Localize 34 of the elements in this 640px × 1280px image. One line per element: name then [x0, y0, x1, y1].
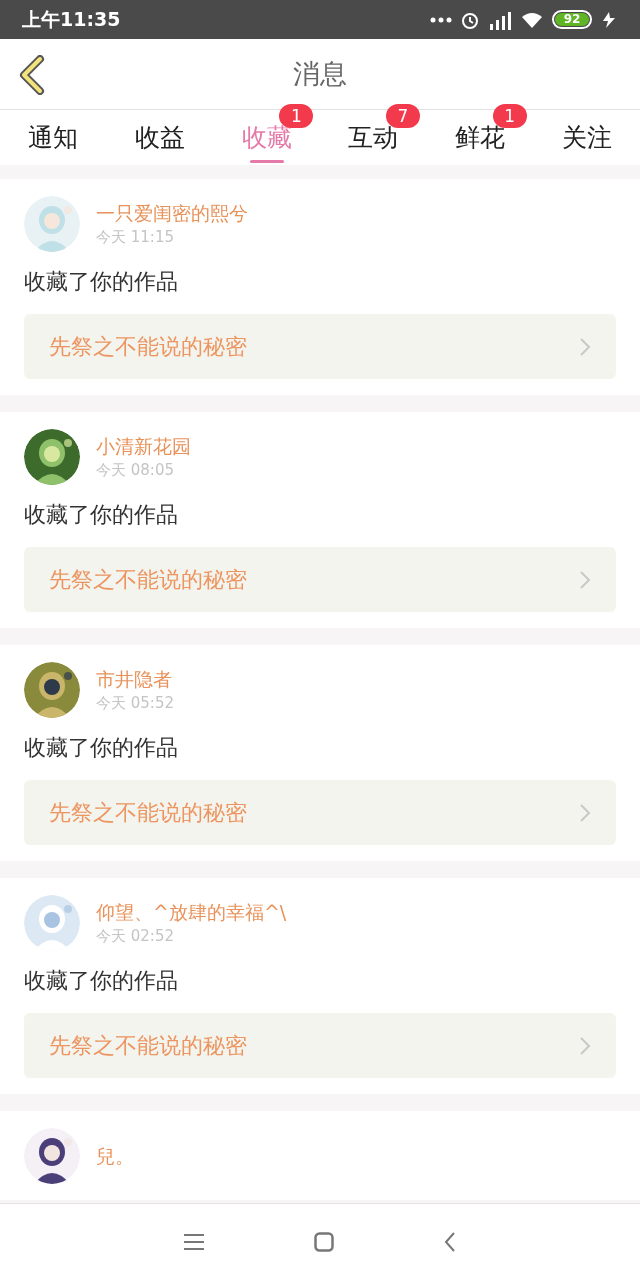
page-title: 消息: [293, 56, 347, 91]
work-link[interactable]: 先祭之不能说的秘密: [24, 1013, 616, 1078]
status-time: 上午11:35: [22, 7, 121, 33]
message-text: 收藏了你的作品: [23, 268, 179, 296]
charging-icon: [600, 10, 618, 29]
work-link[interactable]: 先祭之不能说的秘密: [24, 547, 616, 612]
tab[interactable]: 通知: [0, 110, 107, 165]
user-name[interactable]: 市井隐者: [96, 666, 174, 692]
message-time: 今天 05:52: [96, 693, 174, 714]
home-icon[interactable]: [314, 1232, 334, 1252]
tab[interactable]: 关注: [533, 110, 640, 165]
work-link[interactable]: 先祭之不能说的秘密: [24, 314, 616, 379]
message-time: 今天 02:52: [96, 926, 175, 947]
menu-icon[interactable]: [184, 1234, 204, 1250]
chevron-right-icon: [579, 336, 591, 357]
message-text: 收藏了你的作品: [23, 734, 179, 762]
user-name[interactable]: 一只爱闺密的熙兮: [96, 200, 248, 226]
message-text: 收藏了你的作品: [23, 967, 179, 995]
work-link[interactable]: 先祭之不能说的秘密: [24, 780, 616, 845]
signal-icon: [488, 9, 512, 30]
wifi-icon: [520, 10, 544, 29]
back-icon[interactable]: [444, 1232, 456, 1252]
message-time: 今天 08:05: [96, 460, 175, 481]
chevron-right-icon: [579, 1035, 591, 1056]
user-name[interactable]: 仰望、^放肆的幸福^\: [96, 899, 287, 925]
chevron-right-icon: [579, 569, 591, 590]
tab[interactable]: 收益: [106, 110, 214, 165]
user-name[interactable]: 小清新花园: [96, 433, 191, 459]
battery-level: 92: [555, 13, 589, 26]
chevron-right-icon: [579, 802, 591, 823]
user-name[interactable]: 兒。: [96, 1143, 134, 1169]
message-time: 今天 11:15: [96, 227, 175, 248]
more-icon: [430, 16, 452, 23]
message-text: 收藏了你的作品: [23, 501, 179, 529]
